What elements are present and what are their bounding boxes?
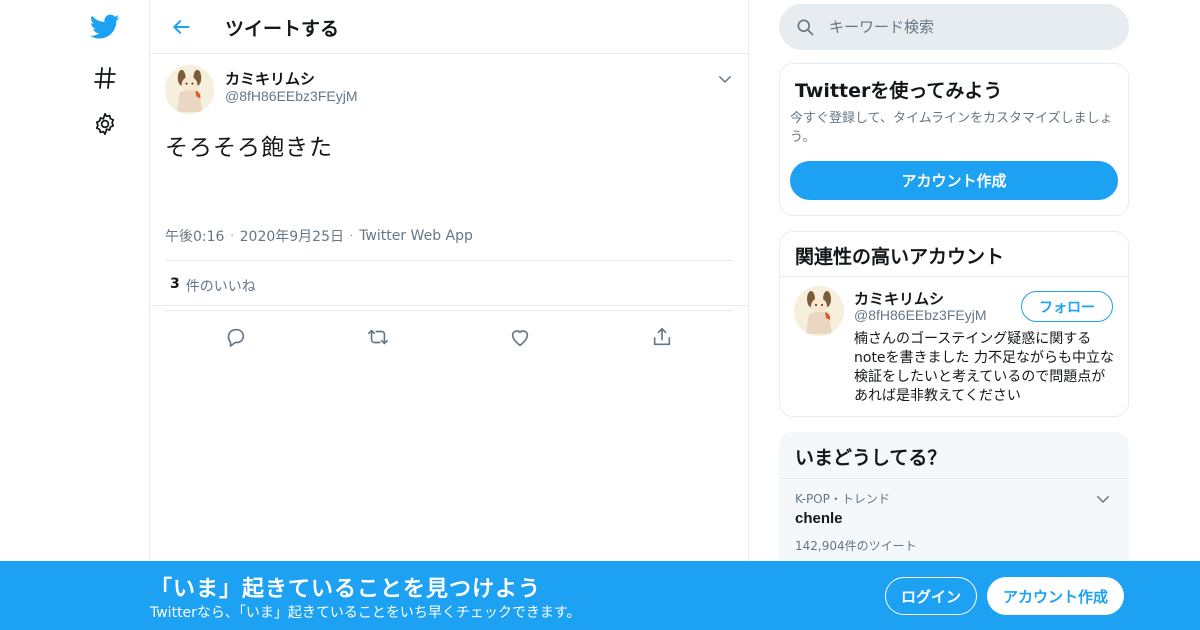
search-bar[interactable] bbox=[779, 4, 1129, 50]
heart-icon[interactable] bbox=[505, 322, 535, 352]
likes-count: 3 bbox=[170, 276, 180, 292]
divider bbox=[165, 260, 733, 261]
reply-icon[interactable] bbox=[221, 322, 251, 352]
trend-name[interactable]: chenle bbox=[795, 510, 843, 527]
retweet-icon[interactable] bbox=[363, 322, 393, 352]
signup-banner: 「いま」起きていることを見つけよう Twitterなら、「いま」起きていることを… bbox=[0, 561, 1200, 630]
signup-card-description: 今すぐ登録して、タイムラインをカスタマイズしましょう。 bbox=[790, 111, 1113, 145]
back-arrow-icon bbox=[173, 20, 190, 34]
search-icon bbox=[795, 17, 815, 37]
separator-dot: · bbox=[350, 230, 354, 242]
share-icon[interactable] bbox=[647, 322, 677, 352]
chevron-down-icon[interactable] bbox=[716, 70, 734, 88]
left-nav bbox=[0, 0, 149, 630]
search-input[interactable] bbox=[829, 12, 1109, 42]
avatar[interactable] bbox=[165, 65, 214, 114]
related-card-title: 関連性の高いアカウント bbox=[795, 246, 1005, 268]
follow-button[interactable]: フォロー bbox=[1021, 291, 1113, 322]
trend-tweet-count: 142,904件のツイート bbox=[795, 539, 917, 553]
separator-dot: · bbox=[230, 230, 234, 242]
author-handle[interactable]: @8fH86EEbz3FEyjM bbox=[225, 88, 357, 104]
signup-card-title: Twitterを使ってみよう bbox=[795, 80, 1003, 102]
page-title: ツイートする bbox=[225, 18, 340, 40]
twitter-bird-icon[interactable] bbox=[88, 10, 122, 44]
divider bbox=[165, 310, 733, 311]
related-account-bio: 楠さんのゴーステイング疑惑に関するnoteを書きました 力不足ながらも中立な検証… bbox=[854, 331, 1114, 404]
tweet-source[interactable]: Twitter Web App bbox=[359, 228, 473, 244]
tweet: カミキリムシ @8fH86EEbz3FEyjM そろそろ飽きた 午後0:16 ·… bbox=[150, 54, 748, 347]
signup-card: Twitterを使ってみよう 今すぐ登録して、タイムラインをカスタマイズしましょ… bbox=[779, 63, 1129, 216]
banner-create-account-button[interactable]: アカウント作成 bbox=[987, 577, 1124, 615]
tweet-meta: 午後0:16 · 2020年9月25日 · Twitter Web App bbox=[165, 226, 473, 246]
related-accounts-card: 関連性の高いアカウント カミキリムシ @8fH86EEbz3FEyjM フォロー… bbox=[779, 231, 1129, 417]
main-column: ツイートする カミキリムシ @8fH86EEbz3FEyjM そろそろ飽きた 午… bbox=[149, 0, 749, 630]
author-name[interactable]: カミキリムシ bbox=[225, 68, 315, 89]
back-button[interactable] bbox=[166, 12, 196, 42]
trends-card-title: いまどうしてる？ bbox=[795, 447, 947, 469]
login-button[interactable]: ログイン bbox=[885, 577, 977, 615]
create-account-button[interactable]: アカウント作成 bbox=[790, 161, 1118, 200]
tweet-text: そろそろ飽きた bbox=[165, 135, 333, 161]
related-account-name[interactable]: カミキリムシ bbox=[854, 288, 944, 309]
trends-card: いまどうしてる？ K-POP・トレンド chenle 142,904件のツイート bbox=[779, 432, 1129, 572]
tweet-date[interactable]: 2020年9月25日 bbox=[240, 226, 344, 246]
gear-icon[interactable] bbox=[88, 107, 122, 141]
hashtag-icon[interactable] bbox=[88, 61, 122, 95]
related-account-handle[interactable]: @8fH86EEbz3FEyjM bbox=[854, 307, 986, 323]
page: ツイートする カミキリムシ @8fH86EEbz3FEyjM そろそろ飽きた 午… bbox=[0, 0, 1200, 630]
trend-category: K-POP・トレンド bbox=[795, 492, 890, 506]
likes-link[interactable]: 3 件のいいね bbox=[170, 276, 256, 296]
tweet-actions bbox=[165, 322, 733, 352]
banner-title: 「いま」起きていることを見つけよう bbox=[150, 577, 542, 602]
main-header: ツイートする bbox=[150, 0, 748, 54]
divider bbox=[780, 478, 1128, 479]
avatar[interactable] bbox=[794, 286, 844, 336]
banner-subtitle: Twitterなら、「いま」起きていることをいち早くチェックできます。 bbox=[150, 605, 581, 621]
tweet-time[interactable]: 午後0:16 bbox=[165, 226, 224, 246]
chevron-down-icon[interactable] bbox=[1094, 490, 1112, 508]
divider bbox=[780, 276, 1128, 277]
likes-label: 件のいいね bbox=[185, 279, 256, 295]
